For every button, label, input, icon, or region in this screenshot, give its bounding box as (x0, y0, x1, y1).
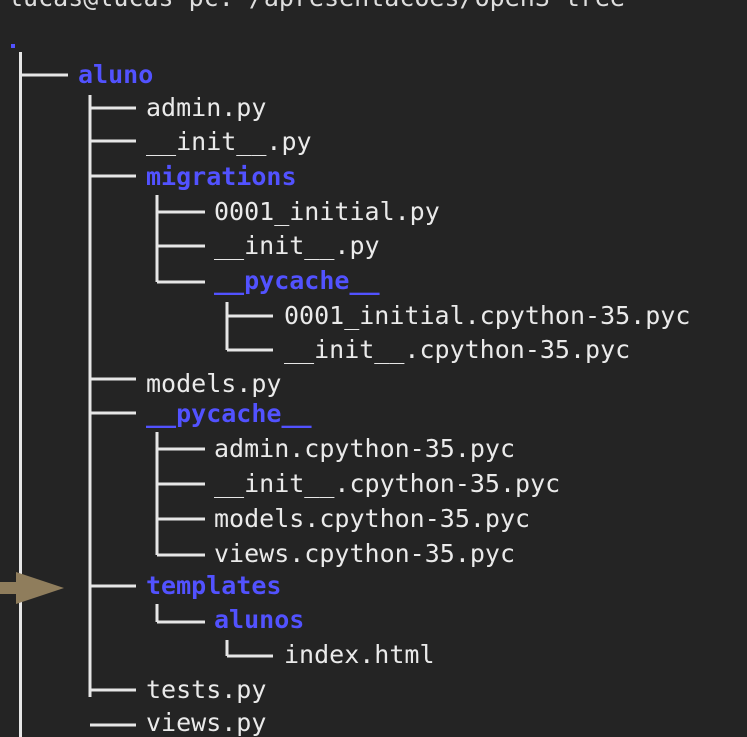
tree-entry-alunos: alunos (214, 605, 305, 634)
terminal-window: lucas@lucas-pc:~/apresentacoes/openS tre… (0, 0, 747, 737)
tree-entry-admin-py: admin.py (146, 93, 267, 122)
tree-entry-templates: templates (146, 571, 282, 600)
tree-entry-init-py: __init__.py (146, 127, 312, 156)
tree-entry-views-py: views.py (146, 708, 267, 737)
directory-tree: aluno admin.py __init__.py migrations 00… (0, 0, 747, 737)
tree-entry-migrations-init-pyc: __init__.cpython-35.pyc (284, 335, 631, 364)
tree-entry-aluno: aluno (78, 60, 154, 89)
tree-entry-tests-py: tests.py (146, 675, 267, 704)
tree-entry-0001-initial-py: 0001_initial.py (214, 197, 440, 226)
tree-entry-models-pyc: models.cpython-35.pyc (214, 504, 531, 533)
tree-entry-init-pyc: __init__.cpython-35.pyc (214, 469, 561, 498)
tree-entry-migrations-init-py: __init__.py (214, 231, 380, 260)
tree-connectors (21, 73, 273, 727)
pointer-arrow-icon (0, 572, 64, 604)
tree-entry-views-pyc: views.cpython-35.pyc (214, 539, 516, 568)
tree-entry-index-html: index.html (284, 640, 435, 669)
tree-entry-migrations: migrations (146, 162, 297, 191)
tree-entry-admin-pyc: admin.cpython-35.pyc (214, 434, 516, 463)
tree-entry-0001-initial-pyc: 0001_initial.cpython-35.pyc (284, 301, 691, 330)
tree-entry-models-py: models.py (146, 369, 282, 398)
tree-entry-migrations-pycache: __pycache__ (214, 266, 380, 295)
tree-entry-pycache: __pycache__ (146, 399, 312, 428)
